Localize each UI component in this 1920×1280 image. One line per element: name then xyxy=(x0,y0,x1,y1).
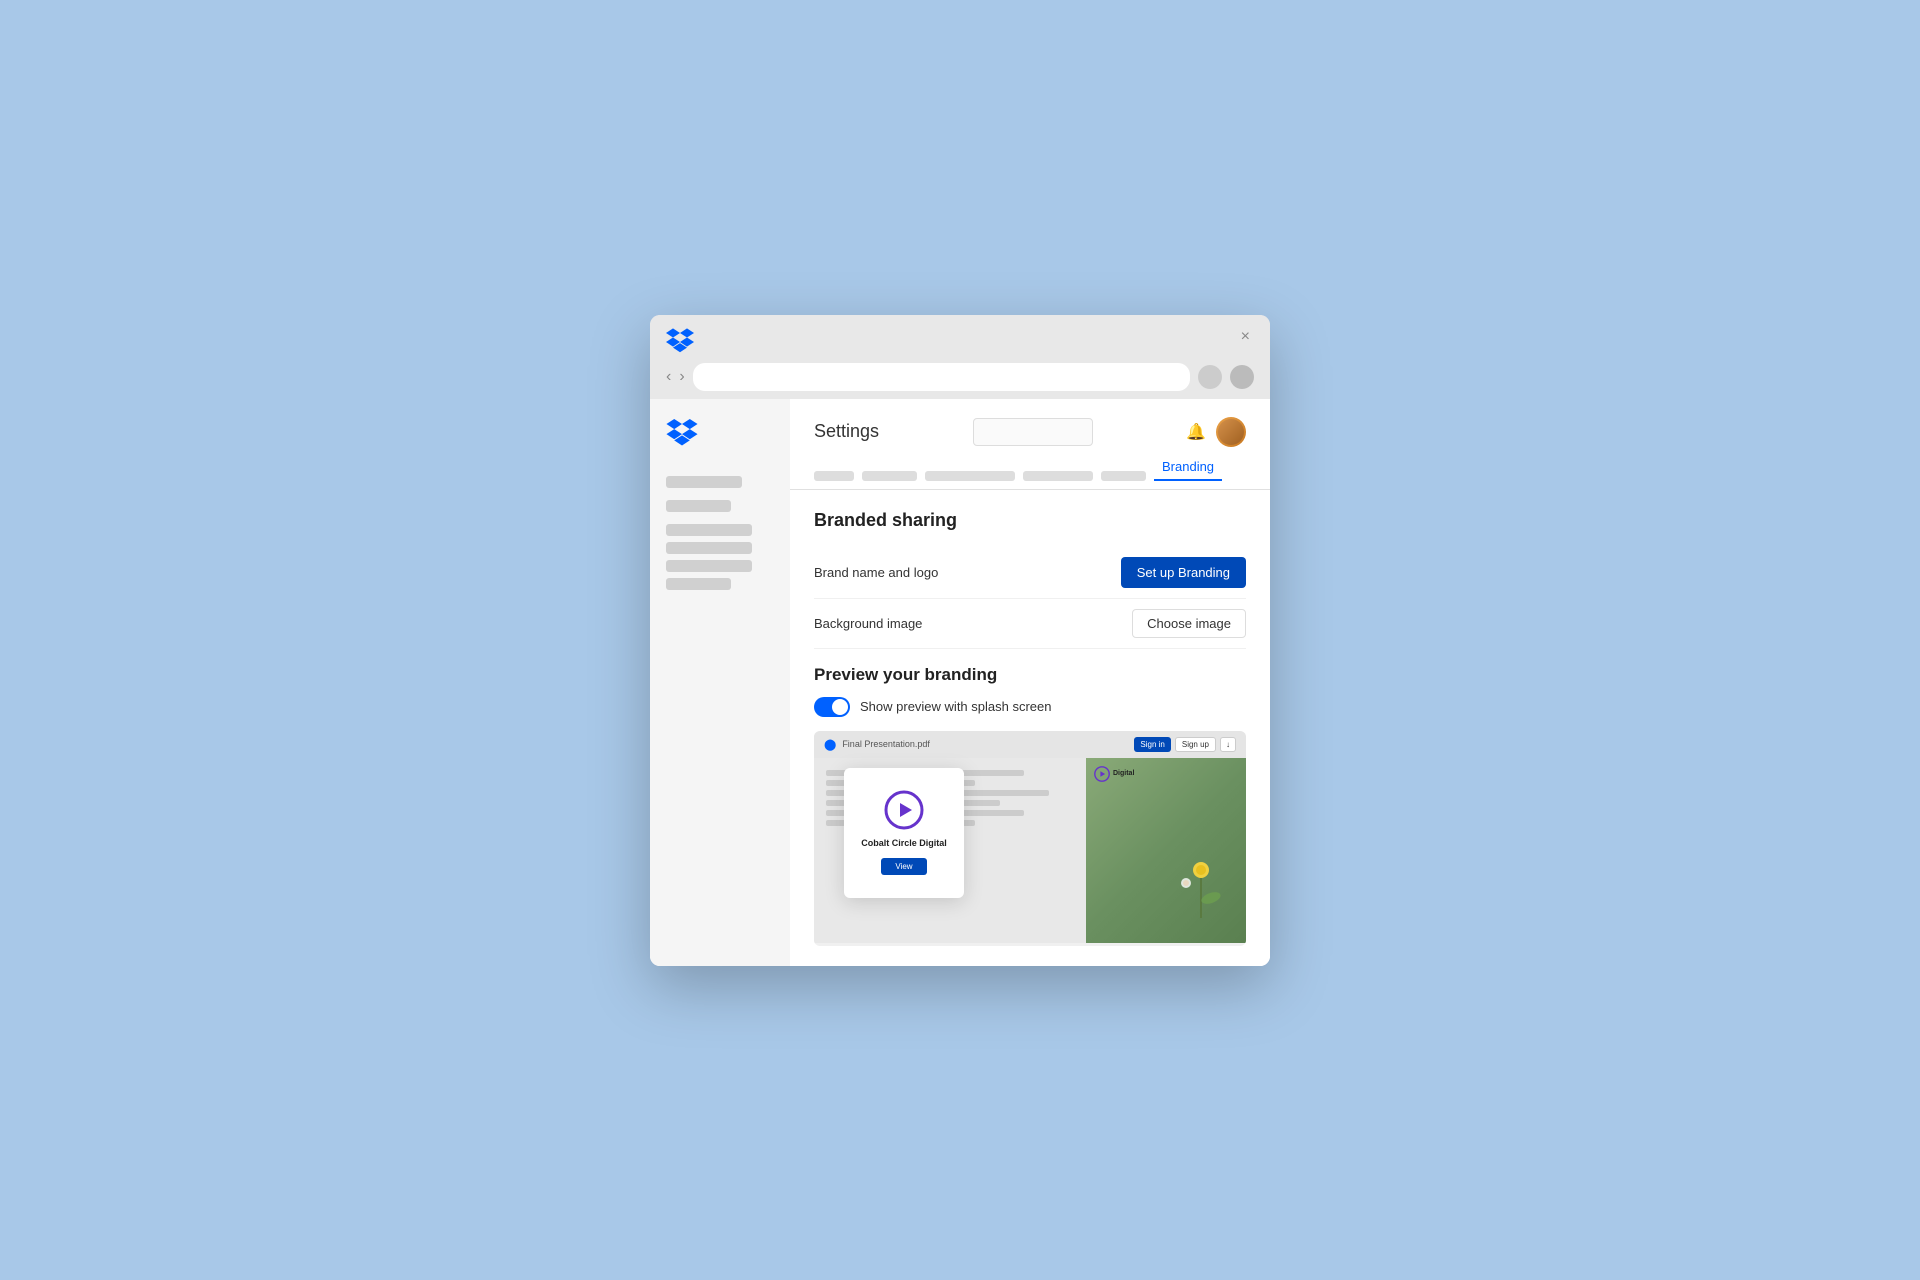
mock-content: Cobalt Circle Digital View xyxy=(814,758,1246,943)
back-button[interactable]: ‹ xyxy=(666,368,671,386)
sidebar-item[interactable] xyxy=(666,476,742,488)
mock-signup-button[interactable]: Sign up xyxy=(1175,737,1216,752)
mock-image-area: Digital xyxy=(1086,758,1246,943)
nav-tab-item[interactable] xyxy=(1101,471,1146,481)
mock-download-button[interactable]: ↓ xyxy=(1220,737,1236,752)
sidebar-item[interactable] xyxy=(666,560,752,572)
mock-brand-text: Digital xyxy=(1113,770,1134,777)
splash-brand-name: Cobalt Circle Digital xyxy=(861,838,947,848)
search-bar xyxy=(973,418,1093,446)
toggle-row: Show preview with splash screen xyxy=(814,697,1246,717)
mock-dropbox-icon: ⬤ xyxy=(824,738,836,751)
content-area: Branded sharing Brand name and logo Set … xyxy=(790,490,1270,966)
preview-toggle[interactable] xyxy=(814,697,850,717)
flower-decoration xyxy=(1176,848,1226,923)
background-image-label: Background image xyxy=(814,616,922,631)
browser-profile-2 xyxy=(1230,365,1254,389)
app-layout: Settings 🔔 Branding xyxy=(650,399,1270,966)
mock-document: Cobalt Circle Digital View xyxy=(814,758,1086,943)
nav-tab-item[interactable] xyxy=(862,471,917,481)
cobalt-circle-small-icon xyxy=(1094,766,1110,782)
toggle-label: Show preview with splash screen xyxy=(860,699,1051,714)
sidebar-nav xyxy=(666,476,774,590)
splash-view-button[interactable]: View xyxy=(881,858,926,875)
choose-image-button[interactable]: Choose image xyxy=(1132,609,1246,638)
preview-mockup: ⬤ Final Presentation.pdf Sign in Sign up… xyxy=(814,731,1246,946)
nav-tabs: Branding xyxy=(790,447,1270,490)
browser-titlebar: × xyxy=(650,315,1270,355)
nav-tab-item[interactable] xyxy=(814,471,854,481)
browser-controls xyxy=(666,327,704,355)
close-button[interactable]: × xyxy=(1237,328,1254,354)
sidebar xyxy=(650,399,790,966)
browser-window: × ‹ › xyxy=(650,315,1270,966)
mock-signin-button[interactable]: Sign in xyxy=(1134,737,1170,752)
flower-icon xyxy=(1176,848,1226,918)
nav-tab-item[interactable] xyxy=(925,471,1015,481)
cobalt-circle-logo-icon xyxy=(884,790,924,830)
search-input[interactable] xyxy=(973,418,1093,446)
nav-tab-item[interactable] xyxy=(1023,471,1093,481)
main-content: Settings 🔔 Branding xyxy=(790,399,1270,966)
settings-header: Settings 🔔 xyxy=(790,399,1270,447)
sidebar-item[interactable] xyxy=(666,524,752,536)
mock-green-background: Digital xyxy=(1086,758,1246,943)
splash-overlay: Cobalt Circle Digital View xyxy=(844,768,964,898)
browser-profile-1 xyxy=(1198,365,1222,389)
avatar[interactable] xyxy=(1216,417,1246,447)
brand-name-logo-row: Brand name and logo Set up Branding xyxy=(814,547,1246,599)
preview-section: Preview your branding Show preview with … xyxy=(814,665,1246,946)
brand-name-logo-label: Brand name and logo xyxy=(814,565,938,580)
url-bar[interactable] xyxy=(693,363,1190,391)
background-image-row: Background image Choose image xyxy=(814,599,1246,649)
settings-title: Settings xyxy=(814,421,879,442)
mock-action-buttons: Sign in Sign up ↓ xyxy=(1134,737,1236,752)
setup-branding-button[interactable]: Set up Branding xyxy=(1121,557,1246,588)
avatar-image xyxy=(1218,419,1244,445)
sidebar-item[interactable] xyxy=(666,542,752,554)
branded-sharing-title: Branded sharing xyxy=(814,510,1246,531)
mock-filename: Final Presentation.pdf xyxy=(842,739,1128,749)
notification-bell-icon[interactable]: 🔔 xyxy=(1186,422,1206,442)
sidebar-logo xyxy=(666,419,774,452)
browser-toolbar: ‹ › xyxy=(650,355,1270,399)
mock-brand-badge: Digital xyxy=(1094,766,1134,782)
forward-button[interactable]: › xyxy=(679,368,684,386)
dropbox-favicon-icon xyxy=(666,327,694,355)
dropbox-logo-icon xyxy=(666,419,698,447)
header-icons: 🔔 xyxy=(1186,417,1246,447)
sidebar-item[interactable] xyxy=(666,500,731,512)
sidebar-item[interactable] xyxy=(666,578,731,590)
mock-browser-bar: ⬤ Final Presentation.pdf Sign in Sign up… xyxy=(814,731,1246,758)
tab-branding[interactable]: Branding xyxy=(1154,455,1222,481)
preview-title: Preview your branding xyxy=(814,665,1246,685)
